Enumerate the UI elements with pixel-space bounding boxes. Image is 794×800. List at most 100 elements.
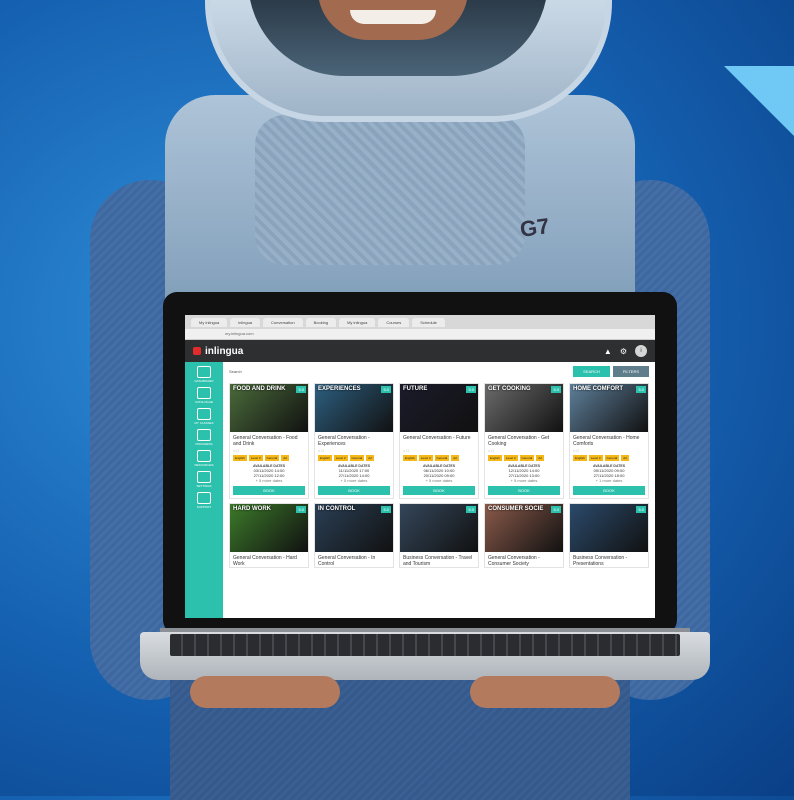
- spacesuit-chest: [255, 115, 525, 265]
- course-card[interactable]: FOOD AND DRINK 5.0 General Conversation - …: [229, 383, 309, 499]
- level-chip: General: [349, 455, 365, 461]
- book-button[interactable]: BOOK: [403, 486, 475, 495]
- course-thumbnail[interactable]: IN CONTROL 5.0: [315, 504, 393, 552]
- course-thumbnail[interactable]: FUTURE 5.0: [400, 384, 478, 432]
- search-button[interactable]: SEARCH: [573, 365, 610, 377]
- gear-icon: [196, 471, 211, 483]
- level-chip: English: [233, 455, 247, 461]
- course-thumbnail[interactable]: FOOD AND DRINK 5.0: [230, 384, 308, 432]
- level-chip: Level 3: [248, 455, 263, 461]
- sidebar-item-label: MY CLASSES: [194, 421, 214, 425]
- course-card[interactable]: 5.0 Business Conversation - Travel and To…: [399, 503, 479, 568]
- course-title[interactable]: General Conversation - Experiences: [315, 432, 393, 447]
- thumbnail-title: HOME COMFORT: [573, 386, 623, 392]
- book-button[interactable]: BOOK: [488, 486, 560, 495]
- sidebar-item-label: PROGRESS: [195, 442, 213, 446]
- rating-badge: 5.0: [551, 506, 561, 513]
- thumbnail-title: FOOD AND DRINK: [233, 386, 286, 392]
- course-thumbnail[interactable]: CONSUMER SOCIE 5.0: [485, 504, 563, 552]
- level-chip: A2: [366, 455, 374, 461]
- browser-tab[interactable]: My inlingua: [339, 317, 376, 327]
- browser-tabs: My inlingua inlingua Conversation Booking My…: [185, 315, 655, 329]
- breadcrumb: Search: [229, 368, 242, 374]
- course-title[interactable]: General Conversation - Food and Drink: [230, 432, 308, 447]
- main-content: Search SEARCH FILTERS FOOD AND DRINK 5.0 G…: [223, 362, 655, 618]
- book-button[interactable]: BOOK: [318, 486, 390, 495]
- sidebar-item-label: SETTINGS: [196, 484, 212, 488]
- course-title[interactable]: Business Conversation - Travel and Touri…: [400, 552, 478, 567]
- keyboard: [170, 634, 680, 656]
- course-thumbnail[interactable]: EXPERIENCES 5.0: [315, 384, 393, 432]
- level-chip: English: [318, 455, 332, 461]
- app-logo[interactable]: inlingua: [205, 346, 243, 357]
- course-title[interactable]: General Conversation - Future: [400, 432, 478, 447]
- course-thumbnail[interactable]: HOME COMFORT 5.0: [570, 384, 648, 432]
- home-icon: [196, 366, 211, 378]
- browser-tab[interactable]: Courses: [378, 317, 410, 327]
- level-chip: General: [264, 455, 280, 461]
- level-chips: English Level 3 General A2: [315, 454, 393, 462]
- avatar[interactable]: i: [635, 345, 647, 357]
- more-dates-link[interactable]: + 5 more dates: [485, 478, 563, 483]
- course-title[interactable]: General Conversation - Hard Work: [230, 552, 308, 567]
- level-chip: A2: [281, 455, 289, 461]
- course-card[interactable]: CONSUMER SOCIE 5.0 General Conversation - …: [484, 503, 564, 568]
- more-dates-link[interactable]: + 5 more dates: [315, 478, 393, 483]
- sidebar-item-label: SUPPORT: [196, 505, 212, 509]
- course-thumbnail[interactable]: GET COOKING 5.0: [485, 384, 563, 432]
- calendar-icon: [197, 408, 211, 420]
- browser-tab[interactable]: Booking: [305, 317, 337, 327]
- sidebar-item-progress[interactable]: PROGRESS: [195, 429, 213, 446]
- address-bar[interactable]: my.inlingua.com: [185, 329, 655, 340]
- more-dates-link[interactable]: + 5 more dates: [230, 478, 308, 483]
- level-chips: English Level 3 General A2: [400, 454, 478, 462]
- course-card[interactable]: GET COOKING 5.0 General Conversation - Get…: [484, 383, 564, 499]
- course-card[interactable]: HARD WORK 5.0 General Conversation - Hard …: [229, 503, 309, 568]
- sidebar-item-resources[interactable]: RESOURCES: [194, 450, 214, 467]
- sidebar-item-label: RESOURCES: [194, 463, 214, 467]
- rating-badge: 5.0: [636, 506, 646, 513]
- left-hand: [190, 676, 340, 708]
- course-thumbnail[interactable]: HARD WORK 5.0: [230, 504, 308, 552]
- course-card[interactable]: FUTURE 5.0 General Conversation - Future ○ …: [399, 383, 479, 499]
- level-chips: English Level 3 General A2: [230, 454, 308, 462]
- browser-tab[interactable]: inlingua: [230, 317, 261, 327]
- level-chip: General: [434, 455, 450, 461]
- level-chips: English Level 3 General A2: [485, 454, 563, 462]
- settings-icon[interactable]: ⚙: [620, 347, 627, 356]
- more-dates-link[interactable]: + 1 more dates: [570, 478, 648, 483]
- course-thumbnail[interactable]: 5.0: [570, 504, 648, 552]
- chart-icon: [196, 429, 211, 441]
- filters-button[interactable]: FILTERS: [612, 365, 649, 377]
- course-title[interactable]: General Conversation - Consumer Society: [485, 552, 563, 567]
- sidebar-item-dashboard[interactable]: DASHBOARD: [194, 366, 214, 383]
- course-title[interactable]: General Conversation - Get Cooking: [485, 432, 563, 447]
- laptop-screen: My inlingua inlingua Conversation Booking My…: [185, 315, 655, 618]
- course-card[interactable]: 5.0 Business Conversation - Presentations: [569, 503, 649, 568]
- sidebar-item-label: CATALOGUE: [194, 400, 214, 404]
- sidebar-item-my-classes[interactable]: MY CLASSES: [194, 408, 214, 425]
- meta-icons: ○ □: [488, 448, 494, 453]
- browser-tab[interactable]: Schedule: [412, 317, 445, 327]
- sidebar-item-settings[interactable]: SETTINGS: [196, 471, 212, 488]
- browser-tab[interactable]: Conversation: [263, 317, 303, 327]
- bell-icon[interactable]: ▲: [604, 347, 612, 356]
- course-title[interactable]: Business Conversation - Presentations: [570, 552, 648, 567]
- course-title[interactable]: General Conversation - Home Comforts: [570, 432, 648, 447]
- meta-icons: ○ □: [403, 448, 409, 453]
- book-button[interactable]: BOOK: [233, 486, 305, 495]
- book-button[interactable]: BOOK: [573, 486, 645, 495]
- course-card[interactable]: HOME COMFORT 5.0 General Conversation - Ho…: [569, 383, 649, 499]
- course-thumbnail[interactable]: 5.0: [400, 504, 478, 552]
- more-dates-link[interactable]: + 5 more dates: [400, 478, 478, 483]
- sidebar-item-support[interactable]: SUPPORT: [197, 492, 211, 509]
- course-card[interactable]: IN CONTROL 5.0 General Conversation - In C…: [314, 503, 394, 568]
- right-hand: [470, 676, 620, 708]
- course-card[interactable]: EXPERIENCES 5.0 General Conversation - Exp…: [314, 383, 394, 499]
- thumbnail-title: CONSUMER SOCIE: [488, 506, 544, 512]
- sidebar-item-catalogue[interactable]: CATALOGUE: [195, 387, 213, 404]
- level-chip: Level 3: [333, 455, 348, 461]
- course-title[interactable]: General Conversation - In Control: [315, 552, 393, 567]
- browser-tab[interactable]: My inlingua: [191, 317, 228, 327]
- sidebar-item-label: DASHBOARD: [194, 379, 214, 383]
